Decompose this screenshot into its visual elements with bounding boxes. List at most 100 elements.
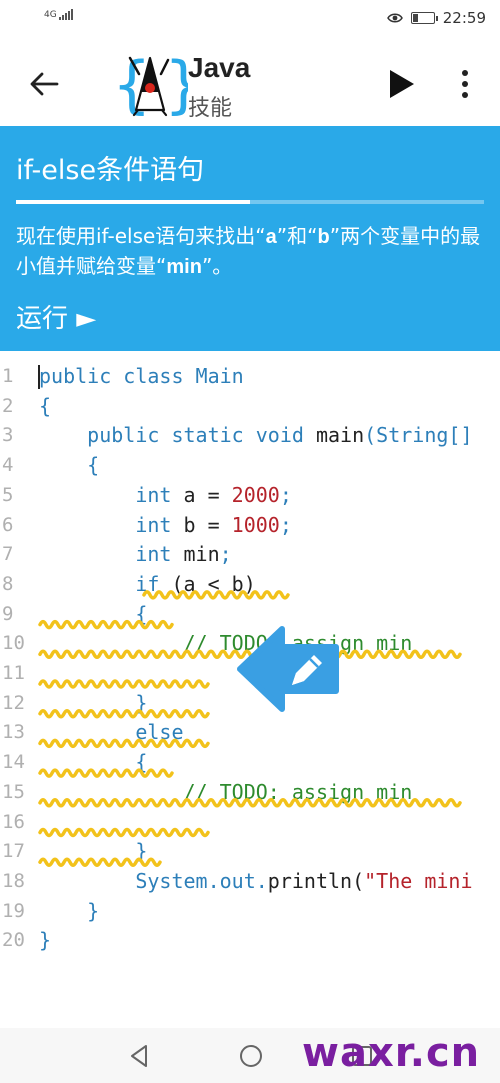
line-code: }: [39, 688, 147, 718]
code-line: 3 public static void main(String[]: [0, 420, 500, 450]
eye-comfort-icon: [386, 13, 403, 23]
back-arrow-icon: [30, 72, 59, 96]
code-token: System: [39, 868, 208, 893]
line-code: public static void main(String[]: [39, 420, 473, 450]
run-button[interactable]: [384, 62, 420, 106]
svg-text:}: }: [164, 48, 188, 120]
code-line: 1 public class Main: [0, 361, 500, 391]
line-code: {: [39, 747, 147, 777]
line-code: int min;: [39, 539, 232, 569]
code-token: main: [315, 423, 365, 448]
line-number: 7: [2, 543, 14, 566]
line-number: 9: [2, 602, 14, 625]
line-code: // TODO: assign min: [39, 777, 412, 807]
line-number: 11: [2, 662, 25, 684]
line-code: // TODO: assign min: [39, 628, 412, 658]
code-token: ;: [219, 542, 232, 567]
code-token: // TODO: assign min: [39, 779, 413, 804]
code-token: {: [39, 393, 52, 418]
code-token: (String[]: [364, 423, 473, 448]
code-token: int: [39, 512, 184, 537]
line-number: 8: [2, 572, 14, 595]
battery-icon: [410, 12, 438, 24]
app-toolbar: { } Java 技能: [0, 40, 500, 126]
desc-part: ”。: [201, 254, 233, 278]
code-token: }: [39, 898, 100, 923]
back-button[interactable]: [22, 62, 66, 106]
line-number: 17: [2, 840, 25, 863]
watermark-logo: waxr.cn: [302, 1030, 481, 1076]
desc-var-a: a: [265, 226, 277, 248]
code-token: println(: [267, 868, 365, 893]
line-code: {: [39, 599, 147, 629]
line-number: 14: [2, 751, 25, 774]
code-token: int: [39, 542, 184, 567]
nav-back-icon[interactable]: [126, 1042, 154, 1070]
java-duke-logo: { }: [112, 48, 188, 120]
status-icons: 22:59: [386, 9, 486, 27]
code-token: out: [219, 868, 256, 893]
line-number: 6: [2, 513, 14, 536]
code-token: void: [255, 423, 316, 448]
code-token: if: [39, 571, 172, 596]
code-token: (a < b): [171, 571, 256, 596]
code-token: {: [39, 750, 148, 775]
network-indicator: 4G: [44, 8, 73, 20]
more-options-button[interactable]: [452, 62, 478, 106]
code-token: public static: [39, 423, 256, 448]
code-token: }: [39, 928, 52, 953]
code-token: {: [39, 453, 100, 478]
code-line: 4 {: [0, 450, 500, 480]
run-link[interactable]: 运行 ►: [16, 298, 96, 335]
code-line: 14 {: [0, 747, 500, 777]
code-token: ;: [279, 512, 292, 537]
app-name: Java: [188, 52, 251, 83]
code-line: 13 else: [0, 717, 500, 747]
code-token: }: [39, 690, 148, 715]
code-line: 17 }: [0, 836, 500, 866]
line-code: int a = 2000;: [39, 480, 292, 510]
line-number: 10: [2, 632, 25, 655]
line-code: int b = 1000;: [39, 510, 292, 540]
code-token: ;: [279, 482, 292, 507]
status-bar: 4G 22:59: [0, 0, 500, 40]
battery-fill: [412, 14, 419, 22]
code-token: // TODO: assign min: [39, 631, 413, 656]
line-code: public class Main: [39, 361, 244, 391]
line-code: }: [39, 896, 99, 926]
line-number: 16: [2, 810, 25, 833]
code-line: 5 int a = 2000;: [0, 480, 500, 510]
edit-fab-button[interactable]: [236, 617, 340, 721]
line-code: }: [39, 925, 51, 955]
code-editor[interactable]: 1 public class Main 2{3 public static void…: [0, 351, 500, 1028]
lesson-title: if-else条件语句: [16, 155, 205, 186]
code-line: 20}: [0, 925, 500, 955]
lesson-progress-fill: [16, 200, 250, 204]
code-token: Main: [195, 364, 244, 388]
code-token: }: [39, 839, 148, 864]
code-token: a =: [183, 482, 232, 507]
code-line: 19 }: [0, 896, 500, 926]
line-number: 12: [2, 691, 25, 714]
desc-var-min: min: [166, 256, 202, 278]
app-subname: 技能: [188, 96, 233, 121]
code-token: .: [255, 868, 268, 893]
code-line: 18 System.out.println("The mini: [0, 866, 500, 896]
desc-part: 现在使用if-else语句来找出“: [16, 224, 266, 248]
line-number: 20: [2, 929, 25, 952]
nav-home-icon[interactable]: [237, 1042, 265, 1070]
code-token: 1000: [231, 512, 280, 537]
code-token: public class: [39, 364, 196, 388]
lesson-panel: if-else条件语句 现在使用if-else语句来找出“a”和“b”两个变量中…: [0, 126, 500, 351]
code-token: int: [39, 482, 184, 507]
code-token: .: [207, 868, 220, 893]
network-type: 4G: [44, 10, 57, 20]
code-token: else: [39, 720, 184, 745]
line-number: 15: [2, 780, 25, 803]
code-line: 16: [0, 807, 500, 837]
line-code: System.out.println("The mini: [39, 866, 472, 896]
line-code: else: [39, 717, 184, 747]
desc-part: ”和“: [276, 224, 318, 248]
code-token: min: [183, 542, 220, 567]
line-code: if (a < b): [39, 569, 256, 599]
